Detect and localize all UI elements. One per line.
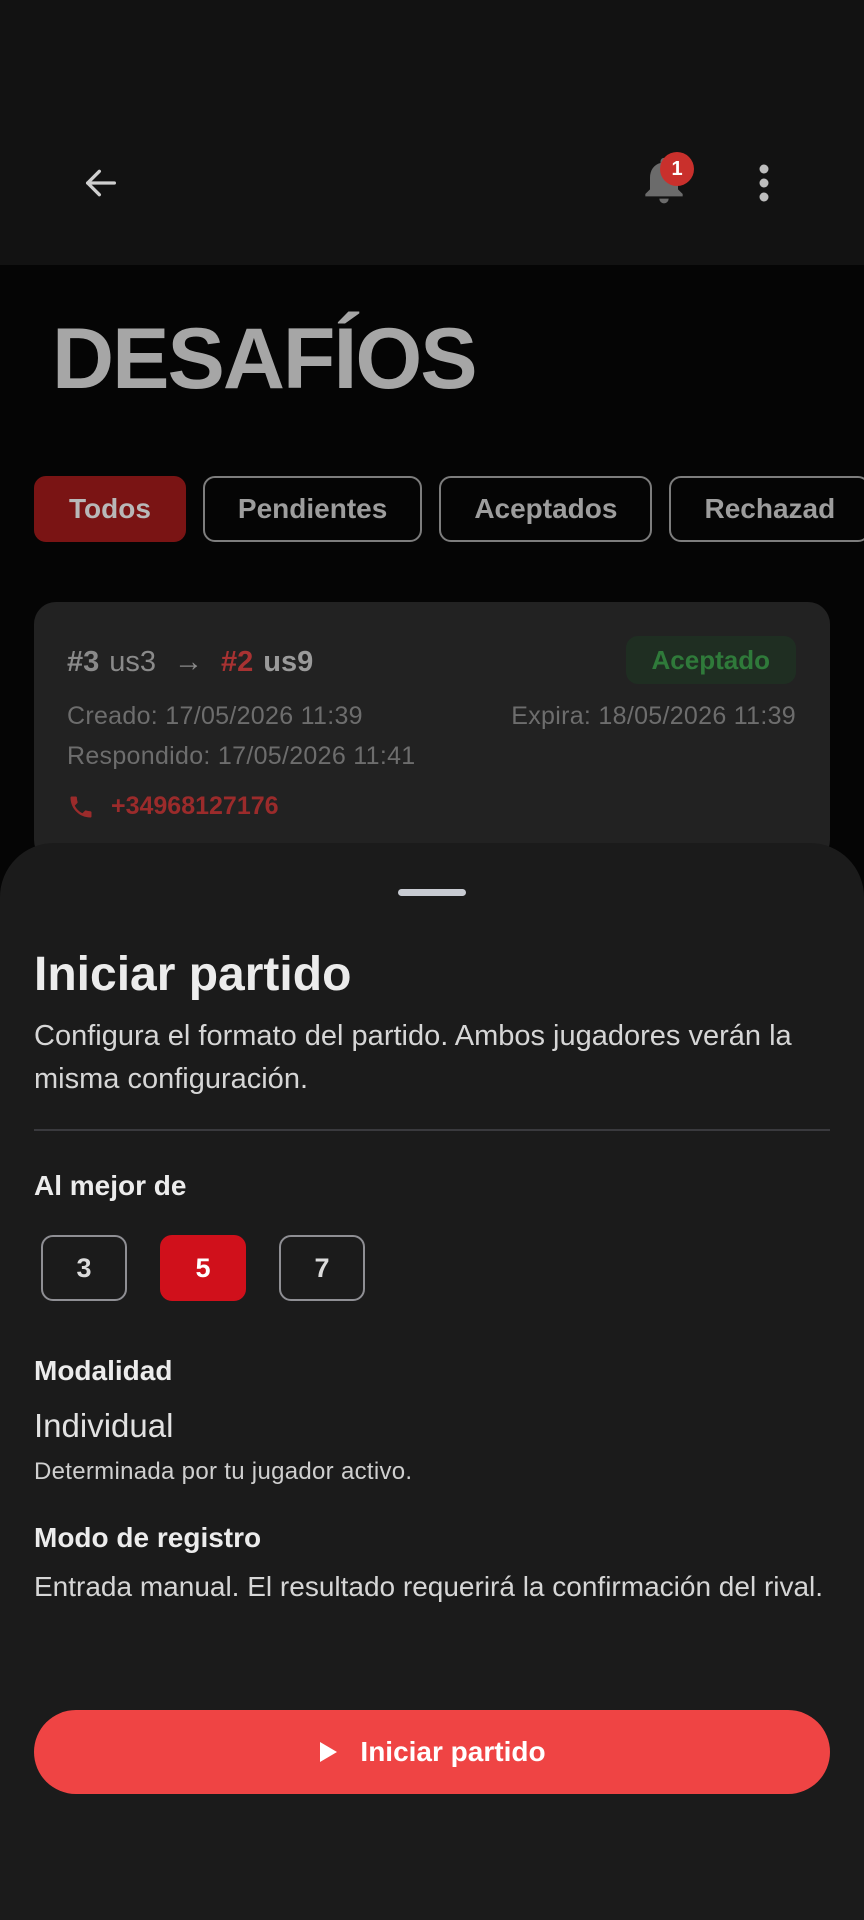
- responded-date: Respondido: 17/05/2026 11:41: [67, 742, 416, 770]
- best-of-label: Al mejor de: [34, 1170, 187, 1201]
- page-title: DESAFÍOS: [52, 311, 478, 407]
- start-match-label: Iniciar partido: [360, 1736, 546, 1767]
- filter-tabs: Todos Pendientes Aceptados Rechazad: [34, 476, 864, 542]
- best-of-option-7[interactable]: 7: [279, 1235, 365, 1301]
- back-button[interactable]: [74, 156, 128, 210]
- challenge-participants: #3 us3 → #2 us9: [67, 646, 313, 679]
- more-vertical-icon: [759, 164, 769, 202]
- modality-label: Modalidad: [34, 1355, 173, 1386]
- sheet-description: Configura el formato del partido. Ambos …: [34, 1020, 792, 1095]
- more-options-button[interactable]: [742, 156, 786, 210]
- notification-badge: 1: [660, 152, 694, 186]
- filter-tab-rechazados[interactable]: Rechazad: [669, 476, 864, 542]
- arrow-right-icon: →: [174, 646, 204, 678]
- filter-tab-pendientes[interactable]: Pendientes: [202, 476, 423, 542]
- modality-value: Individual: [34, 1407, 174, 1444]
- challenge-card[interactable]: #3 us3 → #2 us9 Aceptado Creado: 17/05/2…: [34, 602, 830, 862]
- phone-link[interactable]: +34968127176: [67, 792, 279, 821]
- app-bar: 1: [0, 0, 864, 265]
- sheet-title: Iniciar partido: [34, 948, 352, 1001]
- drag-handle[interactable]: [398, 889, 466, 896]
- arrow-left-icon: [86, 169, 117, 197]
- challenger-rank: #3: [67, 646, 100, 678]
- opponent-name: us9: [263, 646, 314, 678]
- start-match-button[interactable]: Iniciar partido: [34, 1710, 830, 1794]
- bottom-sheet: Iniciar partido Configura el formato del…: [0, 843, 864, 1920]
- created-date: Creado: 17/05/2026 11:39: [67, 702, 363, 730]
- play-icon: [320, 1742, 338, 1762]
- opponent-rank: #2: [221, 646, 254, 678]
- status-badge: Aceptado: [625, 636, 796, 684]
- challenger-name: us3: [109, 646, 157, 678]
- best-of-option-5[interactable]: 5: [160, 1235, 246, 1301]
- best-of-options: 3 5 7: [41, 1235, 365, 1301]
- register-mode-label: Modo de registro: [34, 1522, 262, 1553]
- phone-icon: [70, 796, 92, 817]
- filter-tab-todos[interactable]: Todos: [34, 476, 186, 542]
- divider: [34, 1129, 830, 1131]
- best-of-option-3[interactable]: 3: [41, 1235, 127, 1301]
- modality-note: Determinada por tu jugador activo.: [34, 1458, 413, 1485]
- register-mode-value: Entrada manual. El resultado requerirá l…: [34, 1571, 824, 1602]
- expires-date: Expira: 18/05/2026 11:39: [511, 702, 796, 730]
- filter-tab-aceptados[interactable]: Aceptados: [439, 476, 653, 542]
- phone-number: +34968127176: [111, 792, 279, 820]
